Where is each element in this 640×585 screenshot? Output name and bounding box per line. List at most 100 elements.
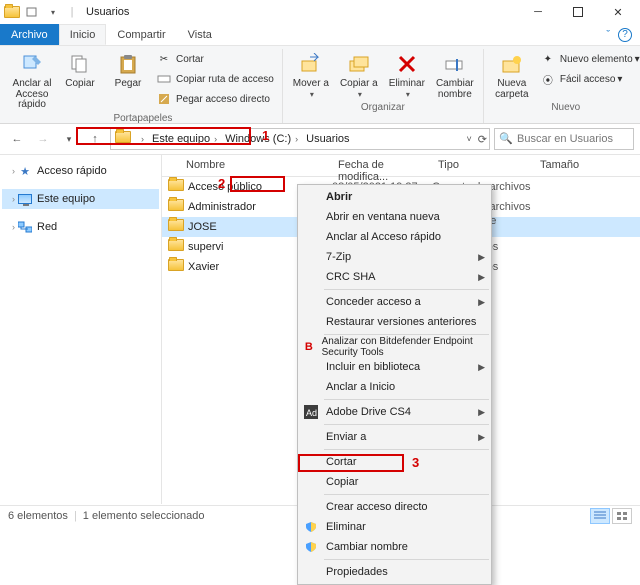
newitem-icon: ✦ — [540, 51, 556, 67]
tab-vista[interactable]: Vista — [177, 24, 223, 45]
group-nuevo: Nueva carpeta ✦Nuevo elemento▾ ⦿Fácil ac… — [484, 49, 640, 123]
nueva-carpeta-button[interactable]: Nueva carpeta — [488, 49, 536, 100]
minimize-button[interactable]: ─ — [518, 0, 558, 24]
nav-panel: ›★Acceso rápido ›Este equipo ›Red — [0, 155, 162, 504]
tab-inicio[interactable]: Inicio — [59, 24, 107, 45]
folder-icon — [168, 199, 184, 215]
ctx-anclar-acceso-rapido[interactable]: Anclar al Acceso rápido — [298, 227, 491, 247]
eliminar-button[interactable]: Eliminar — [383, 49, 431, 100]
col-nombre[interactable]: Nombre — [162, 155, 332, 176]
anclar-button[interactable]: Anclar al Acceso rápido — [8, 49, 56, 111]
ctx-7zip[interactable]: 7-Zip▶ — [298, 247, 491, 267]
ctx-abrir[interactable]: Abrir — [298, 187, 491, 207]
ctx-cortar[interactable]: Cortar — [298, 452, 491, 472]
folder-icon — [4, 4, 20, 20]
ctx-bitdefender[interactable]: BAnalizar con Bitdefender Endpoint Secur… — [298, 337, 491, 357]
pin-icon — [19, 51, 45, 77]
cambiar-nombre-button[interactable]: Cambiar nombre — [431, 49, 479, 100]
group-organizar: Mover a Copiar a Eliminar Cambiar nombre… — [283, 49, 484, 123]
crumb-usuarios[interactable]: Usuarios — [302, 129, 353, 149]
copiar-a-button[interactable]: Copiar a — [335, 49, 383, 100]
ctx-restaurar[interactable]: Restaurar versiones anteriores — [298, 312, 491, 332]
ctx-propiedades[interactable]: Propiedades — [298, 562, 491, 582]
crumb-chevron-root[interactable]: › — [133, 129, 148, 149]
nuevo-elemento-button[interactable]: ✦Nuevo elemento▾ — [538, 49, 640, 69]
title-bar: | Usuarios ─ ✕ — [0, 0, 640, 24]
tab-archivo[interactable]: Archivo — [0, 24, 59, 45]
network-icon — [17, 219, 33, 235]
nav-este-equipo[interactable]: ›Este equipo — [2, 189, 159, 209]
ctx-ventana-nueva[interactable]: Abrir en ventana nueva — [298, 207, 491, 227]
ctx-enviar-a[interactable]: Enviar a▶ — [298, 427, 491, 447]
svg-text:Ad: Ad — [306, 408, 317, 418]
folder-icon — [168, 239, 184, 255]
ctx-anclar-inicio[interactable]: Anclar a Inicio — [298, 377, 491, 397]
cortar-button[interactable]: ✂Cortar — [154, 49, 276, 69]
shield-icon — [302, 518, 320, 536]
address-row: ← → ▾ ↑ › Este equipo› Windows (C:)› Usu… — [0, 124, 640, 154]
column-headers: Nombre Fecha de modifica... Tipo Tamaño — [162, 155, 640, 177]
copiar-ruta-button[interactable]: Copiar ruta de acceso — [154, 69, 276, 89]
crumb-este-equipo[interactable]: Este equipo› — [148, 129, 221, 149]
up-button[interactable]: ↑ — [84, 128, 106, 150]
shortcut-icon — [156, 91, 172, 107]
folder-icon — [168, 179, 184, 195]
facil-acceso-button[interactable]: ⦿Fácil acceso▾ — [538, 69, 640, 89]
ctx-adobe-drive[interactable]: AdAdobe Drive CS4▶ — [298, 402, 491, 422]
group-label-organizar: Organizar — [361, 102, 405, 113]
tab-compartir[interactable]: Compartir — [106, 24, 176, 45]
ctx-copiar[interactable]: Copiar — [298, 472, 491, 492]
moveto-icon — [298, 51, 324, 77]
search-placeholder: Buscar en Usuarios — [517, 133, 613, 145]
copiar-label: Copiar — [65, 79, 94, 90]
search-input[interactable]: 🔍 Buscar en Usuarios — [494, 128, 634, 150]
nav-acceso-rapido[interactable]: ›★Acceso rápido — [2, 161, 159, 181]
col-fecha[interactable]: Fecha de modifica... — [332, 155, 432, 176]
pegar-button[interactable]: Pegar — [104, 49, 152, 90]
folder-icon — [168, 219, 184, 235]
delete-icon — [394, 51, 420, 77]
paste-icon — [115, 51, 141, 77]
pegar-label: Pegar — [115, 79, 142, 90]
newfolder-icon — [499, 51, 525, 77]
view-details-icon[interactable] — [590, 508, 610, 524]
ctx-eliminar[interactable]: Eliminar — [298, 517, 491, 537]
search-icon: 🔍 — [499, 132, 513, 146]
maximize-button[interactable] — [558, 0, 598, 24]
close-button[interactable]: ✕ — [598, 0, 638, 24]
group-portapapeles: Anclar al Acceso rápido Copiar Pegar ✂Co… — [4, 49, 283, 123]
status-count: 6 elementos — [8, 510, 68, 522]
refresh-icon[interactable]: ⟳ — [478, 133, 487, 146]
address-bar[interactable]: › Este equipo› Windows (C:)› Usuarios ˅ … — [110, 128, 490, 150]
col-tamano[interactable]: Tamaño — [534, 155, 594, 176]
ctx-crcsha[interactable]: CRC SHA▶ — [298, 267, 491, 287]
mover-a-button[interactable]: Mover a — [287, 49, 335, 100]
ribbon-collapse-icon[interactable]: ˇ ? — [598, 24, 640, 45]
easyaccess-icon: ⦿ — [540, 71, 556, 87]
address-dropdown-icon[interactable]: ˅ — [467, 134, 472, 144]
pegar-acceso-button[interactable]: Pegar acceso directo — [154, 89, 276, 109]
crumb-windows-c[interactable]: Windows (C:)› — [221, 129, 302, 149]
copyto-icon — [346, 51, 372, 77]
rename-icon — [442, 51, 468, 77]
copiar-button[interactable]: Copiar — [56, 49, 104, 90]
ctx-conceder-acceso[interactable]: Conceder acceso a▶ — [298, 292, 491, 312]
group-label-portapapeles: Portapapeles — [113, 113, 172, 124]
back-button[interactable]: ← — [6, 128, 28, 150]
window-title: Usuarios — [86, 6, 518, 18]
bitdefender-icon: B — [302, 338, 316, 356]
qat-more-icon[interactable] — [44, 4, 60, 20]
path-icon — [156, 71, 172, 87]
recent-locations-button[interactable]: ▾ — [58, 128, 80, 150]
forward-button[interactable]: → — [32, 128, 54, 150]
ctx-crear-acceso-directo[interactable]: Crear acceso directo — [298, 497, 491, 517]
shield-icon — [302, 538, 320, 556]
ctx-biblioteca[interactable]: Incluir en biblioteca▶ — [298, 357, 491, 377]
status-selection: 1 elemento seleccionado — [83, 510, 205, 522]
ctx-cambiar-nombre[interactable]: Cambiar nombre — [298, 537, 491, 557]
folder-icon — [168, 259, 184, 275]
qat-restore-icon[interactable] — [24, 4, 40, 20]
nav-red[interactable]: ›Red — [2, 217, 159, 237]
view-large-icon[interactable] — [612, 508, 632, 524]
col-tipo[interactable]: Tipo — [432, 155, 534, 176]
